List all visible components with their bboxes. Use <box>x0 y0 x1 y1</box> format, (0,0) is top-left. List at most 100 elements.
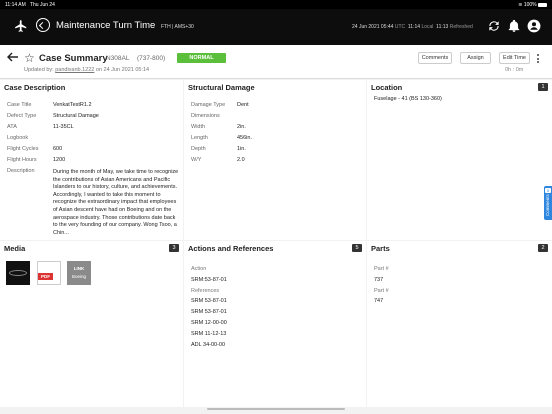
battery-text: 100% <box>523 2 537 8</box>
actions-count-badge: 5 <box>352 244 362 252</box>
description-text: During the month of May, we take time to… <box>53 169 179 236</box>
status-date: Thu Jun 24 <box>29 2 55 8</box>
tail-number: N308AL <box>106 55 130 62</box>
panel-title: Media <box>4 244 26 253</box>
local-label: Local <box>421 24 434 30</box>
reference-item: ADL 34-00-00 <box>191 342 226 348</box>
part-value: 737 <box>374 277 384 283</box>
elapsed-time: 0h : 0m <box>505 67 524 73</box>
star-icon[interactable]: ☆ <box>24 52 35 64</box>
status-time: 11:14 AM <box>5 2 26 8</box>
pdf-file-icon[interactable]: PDF <box>37 261 61 285</box>
comments-count: 0 <box>545 188 551 193</box>
location-count-badge: 1 <box>538 83 548 91</box>
comments-button[interactable]: Comments <box>418 52 452 64</box>
panel-title: Parts <box>371 244 390 253</box>
wifi-icon: ≋ <box>518 2 523 8</box>
field-label: Width <box>191 124 206 130</box>
action-value: SRM:53-87-01 <box>191 277 227 283</box>
panel-title: Structural Damage <box>188 83 255 92</box>
station-info: FTH | AMS+30 <box>161 24 194 30</box>
reference-item: SRM 53-87-01 <box>191 309 227 315</box>
status-bar: 11:14 AM Thu Jun 24 ≋ 100% <box>0 0 552 9</box>
link-label: LINK <box>73 266 85 271</box>
airplane-icon[interactable] <box>14 19 28 33</box>
status-battery: ≋ 100% <box>518 2 547 8</box>
field-label: Damage Type <box>191 102 226 108</box>
field-label: Flight Hours <box>7 157 37 163</box>
field-label: Case Title <box>7 102 32 108</box>
updated-by: Updated by: pandivanb.1222 on 24 Jun 202… <box>24 67 149 73</box>
assign-button[interactable]: Assign <box>460 52 491 64</box>
app-header: Maintenance Turn Time FTH | AMS+30 24 Ju… <box>0 9 552 45</box>
bell-icon[interactable] <box>507 19 521 33</box>
updated-user-link[interactable]: pandivanb.1222 <box>55 67 94 73</box>
user-profile-icon[interactable] <box>527 19 541 33</box>
part-label: Part # <box>374 266 389 272</box>
field-label: Dimensions <box>191 113 220 119</box>
field-value: 2in. <box>237 124 246 130</box>
panel-title: Case Description <box>4 83 66 92</box>
link-thumbnail[interactable]: LINK Boeing <box>67 261 91 285</box>
actions-references-panel: Actions and References 5 Action SRM:53-8… <box>184 241 366 407</box>
utc-label: UTC <box>394 24 406 30</box>
reference-item: SRM 11-12-13 <box>191 331 227 337</box>
parts-count-badge: 2 <box>538 244 548 252</box>
updated-suffix: on 24 Jun 2021 05:14 <box>95 67 150 73</box>
reference-item: SRM 12-00-00 <box>191 320 227 326</box>
field-label: Description <box>7 168 35 174</box>
field-value: 1200 <box>53 157 66 163</box>
utc-date: 24 Jun 2021 05:44 <box>352 24 394 30</box>
field-value: 2.0 <box>237 157 245 163</box>
references-label: References <box>191 288 220 294</box>
aircraft-model: (737-800) <box>137 55 166 62</box>
field-label: Defect Type <box>7 113 37 119</box>
reference-item: SRM 53-87-01 <box>191 298 227 304</box>
home-indicator[interactable] <box>207 408 345 410</box>
action-label: Action <box>191 266 207 272</box>
panel-title: Actions and References <box>188 244 274 253</box>
media-panel: Media 3 PDF LINK Boeing <box>0 241 183 407</box>
comments-side-tab[interactable]: 0 Comments <box>544 186 552 220</box>
field-value: 456in. <box>237 135 252 141</box>
field-value: Structural Damage <box>53 113 99 119</box>
location-panel: Location 1 Fuselage - 41 (BS 130-360) <box>367 80 552 240</box>
comments-tab-label: Comments <box>545 194 550 216</box>
field-label: ATA <box>7 124 17 130</box>
updated-prefix: Updated by: <box>24 67 54 73</box>
case-header: ☆ Case Summary N308AL (737-800) Updated … <box>0 45 552 79</box>
status-badge: NORMAL <box>177 53 226 63</box>
field-label: Length <box>191 135 208 141</box>
panel-title: Location <box>371 83 403 92</box>
status-time-date: 11:14 AM Thu Jun 24 <box>5 2 55 8</box>
field-value: VenkatTestR1.2 <box>53 102 92 108</box>
field-value: 1in. <box>237 146 246 152</box>
part-label: Part # <box>374 288 389 294</box>
page-title: Case Summary <box>39 53 108 64</box>
field-label: Depth <box>191 146 206 152</box>
refreshed-time: 11:13 <box>436 24 449 30</box>
part-value: 747 <box>374 298 384 304</box>
field-value: 600 <box>53 146 63 152</box>
field-value: Dent <box>237 102 249 108</box>
header-datetime: 24 Jun 2021 05:44 UTC 11:14 Local 11:13 … <box>352 24 473 30</box>
edit-time-button[interactable]: Edit Time <box>499 52 530 64</box>
refreshed-label: Refreshed <box>449 24 473 30</box>
field-value: 11-35CL <box>53 124 74 130</box>
app-title: Maintenance Turn Time <box>56 20 156 31</box>
refresh-icon[interactable] <box>487 19 501 33</box>
media-count-badge: 3 <box>169 244 179 252</box>
link-text: Boeing <box>71 274 86 279</box>
structural-damage-panel: Structural Damage Damage Type Dent Dimen… <box>184 80 366 240</box>
back-circle-icon[interactable] <box>36 18 50 32</box>
case-description-panel: Case Description Case Title VenkatTestR1… <box>0 80 183 240</box>
media-image-thumbnail[interactable] <box>6 261 30 285</box>
back-arrow-icon[interactable] <box>7 52 19 62</box>
field-label: Flight Cycles <box>7 146 39 152</box>
battery-icon <box>538 2 547 7</box>
local-time: 11:14 <box>407 24 421 30</box>
parts-panel: Parts 2 Part # 737 Part # 747 <box>367 241 552 407</box>
more-options-icon[interactable] <box>537 54 540 64</box>
pdf-label: PDF <box>38 273 53 280</box>
location-item: Fuselage - 41 (BS 130-360) <box>374 96 442 102</box>
